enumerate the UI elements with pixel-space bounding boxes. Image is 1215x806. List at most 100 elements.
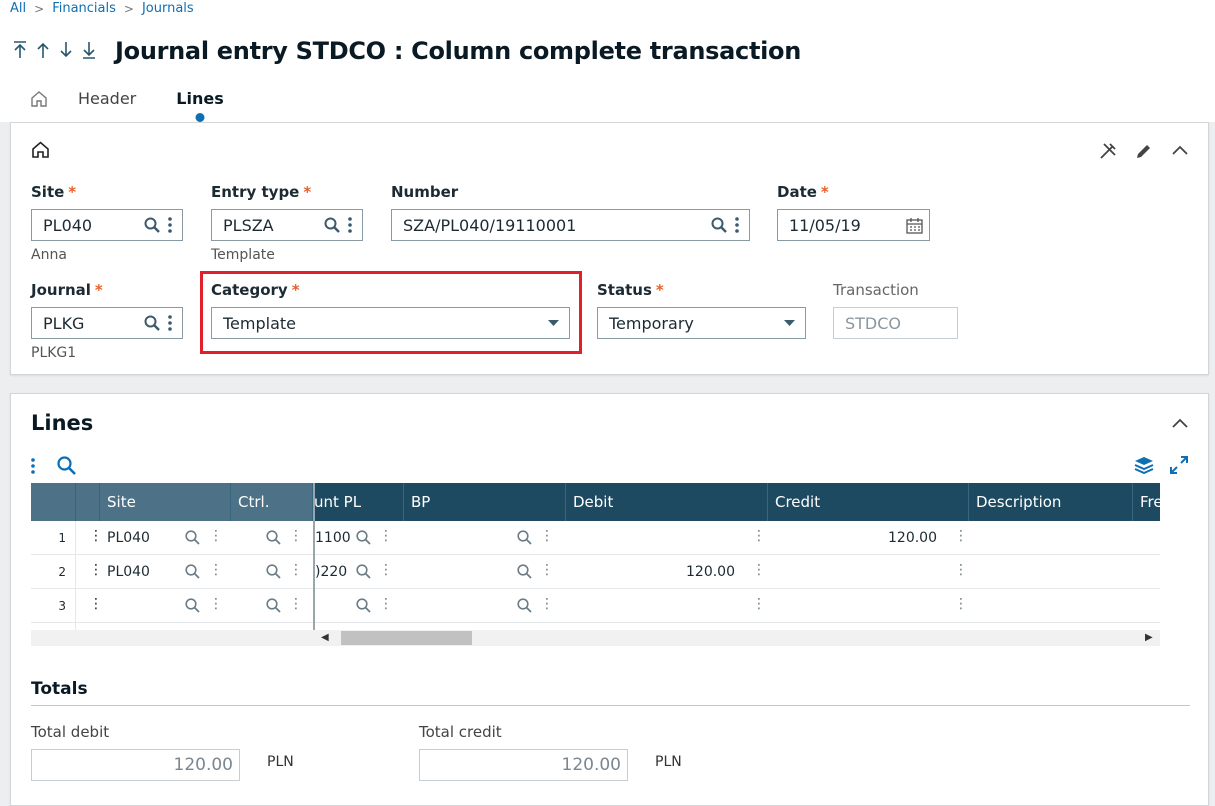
- status-select[interactable]: Temporary: [597, 307, 806, 339]
- cell-credit[interactable]: [771, 589, 937, 623]
- expand-icon[interactable]: [1170, 456, 1188, 474]
- more-options-icon[interactable]: ⋮: [540, 562, 554, 578]
- more-options-icon[interactable]: ⋮: [289, 562, 303, 578]
- cell-account[interactable]: [315, 589, 355, 623]
- scrollbar-thumb[interactable]: [341, 631, 472, 645]
- cell-description[interactable]: [975, 589, 1125, 623]
- cell-account[interactable]: )220: [315, 555, 355, 589]
- tab-header[interactable]: Header: [78, 89, 136, 108]
- more-options-icon[interactable]: ⋮: [954, 528, 968, 544]
- more-options-icon[interactable]: ⋮: [379, 562, 393, 578]
- more-options-icon[interactable]: ⋮: [289, 596, 303, 612]
- header-credit[interactable]: Credit: [768, 483, 969, 521]
- more-options-icon[interactable]: ⋮: [209, 596, 223, 612]
- layers-icon[interactable]: [1134, 456, 1154, 474]
- more-options-icon[interactable]: [729, 217, 745, 233]
- search-icon[interactable]: [266, 530, 281, 549]
- cell-bp[interactable]: [411, 555, 511, 589]
- header-account[interactable]: unt PL: [314, 483, 404, 521]
- more-options-icon[interactable]: ⋮: [379, 596, 393, 612]
- cell-debit[interactable]: [571, 521, 735, 555]
- cell-bp[interactable]: [411, 521, 511, 555]
- header-description[interactable]: Description: [969, 483, 1133, 521]
- date-field[interactable]: 11/05/19: [777, 209, 930, 241]
- cell-account[interactable]: 1100: [315, 521, 355, 555]
- first-record-icon[interactable]: [12, 40, 28, 60]
- next-record-icon[interactable]: [58, 40, 74, 60]
- cell-ctrl[interactable]: [236, 521, 266, 555]
- cell-bp[interactable]: [411, 589, 511, 623]
- horizontal-scrollbar[interactable]: ◀ ▶: [31, 630, 1160, 646]
- tab-lines[interactable]: Lines: [176, 89, 223, 108]
- row-menu-icon[interactable]: ⋮: [89, 562, 103, 578]
- scroll-right-icon[interactable]: ▶: [1145, 630, 1153, 646]
- cell-description[interactable]: [975, 521, 1125, 555]
- more-options-icon[interactable]: ⋮: [752, 562, 766, 578]
- search-icon[interactable]: [356, 530, 371, 549]
- breadcrumb-financials[interactable]: Financials: [52, 1, 116, 16]
- more-options-icon[interactable]: [342, 217, 358, 233]
- search-icon[interactable]: [356, 564, 371, 583]
- home-icon[interactable]: [30, 90, 48, 108]
- more-options-icon[interactable]: ⋮: [379, 528, 393, 544]
- header-ctrl[interactable]: Ctrl.: [231, 483, 313, 521]
- breadcrumb-journals[interactable]: Journals: [142, 1, 194, 16]
- more-options-icon[interactable]: ⋮: [209, 562, 223, 578]
- last-record-icon[interactable]: [81, 40, 97, 60]
- more-options-icon[interactable]: ⋮: [209, 528, 223, 544]
- caret-down-icon[interactable]: [779, 319, 799, 327]
- cell-description[interactable]: [975, 555, 1125, 589]
- search-icon[interactable]: [517, 598, 532, 617]
- table-row[interactable]: 1 ⋮ PL040 ⋮ ⋮ 1100 ⋮ ⋮ ⋮ 120.00 ⋮: [31, 521, 1160, 555]
- search-icon[interactable]: [142, 315, 162, 331]
- more-options-icon[interactable]: ⋮: [954, 596, 968, 612]
- calendar-icon[interactable]: [903, 217, 925, 234]
- search-icon[interactable]: [185, 530, 200, 549]
- more-options-icon[interactable]: ⋮: [540, 528, 554, 544]
- more-options-icon[interactable]: ⋮: [540, 596, 554, 612]
- search-icon[interactable]: [709, 217, 729, 233]
- header-site[interactable]: Site: [100, 483, 231, 521]
- search-icon[interactable]: [356, 598, 371, 617]
- header-free[interactable]: Fre: [1133, 483, 1160, 521]
- home-icon[interactable]: [31, 140, 50, 159]
- more-options-icon[interactable]: [162, 217, 178, 233]
- cell-ctrl[interactable]: [236, 555, 266, 589]
- more-options-icon[interactable]: ⋮: [954, 562, 968, 578]
- cell-debit[interactable]: 120.00: [571, 555, 735, 589]
- more-options-icon[interactable]: ⋮: [752, 528, 766, 544]
- site-field[interactable]: PL040: [31, 209, 183, 241]
- table-row[interactable]: 2 ⋮ PL040 ⋮ ⋮ )220 ⋮ ⋮ 120.00 ⋮ ⋮: [31, 555, 1160, 589]
- cell-site[interactable]: PL040: [107, 555, 177, 589]
- search-icon[interactable]: [517, 564, 532, 583]
- search-icon[interactable]: [266, 598, 281, 617]
- row-menu-icon[interactable]: ⋮: [89, 528, 103, 544]
- cell-site[interactable]: PL040: [107, 521, 177, 555]
- cell-credit[interactable]: [771, 555, 937, 589]
- search-icon[interactable]: [142, 217, 162, 233]
- cell-debit[interactable]: [571, 589, 735, 623]
- cell-site[interactable]: [107, 589, 177, 623]
- row-menu-icon[interactable]: ⋮: [89, 596, 103, 612]
- breadcrumb-all[interactable]: All: [10, 1, 26, 16]
- table-row[interactable]: 3 ⋮ ⋮ ⋮ ⋮ ⋮ ⋮ ⋮: [31, 589, 1160, 623]
- search-icon[interactable]: [517, 530, 532, 549]
- search-icon[interactable]: [322, 217, 342, 233]
- previous-record-icon[interactable]: [35, 40, 51, 60]
- more-options-icon[interactable]: ⋮: [752, 596, 766, 612]
- number-field[interactable]: SZA/PL040/19110001: [391, 209, 750, 241]
- more-options-icon[interactable]: ⋮: [289, 528, 303, 544]
- scroll-left-icon[interactable]: ◀: [321, 630, 329, 646]
- chevron-up-icon[interactable]: [1170, 414, 1190, 434]
- cell-credit[interactable]: 120.00: [771, 521, 937, 555]
- entry-type-field[interactable]: PLSZA: [211, 209, 363, 241]
- journal-field[interactable]: PLKG: [31, 307, 183, 339]
- chevron-up-icon[interactable]: [1170, 141, 1190, 161]
- search-icon[interactable]: [57, 456, 76, 475]
- pencil-icon[interactable]: [1134, 141, 1154, 161]
- cell-ctrl[interactable]: [236, 589, 266, 623]
- search-icon[interactable]: [185, 564, 200, 583]
- search-icon[interactable]: [266, 564, 281, 583]
- tools-icon[interactable]: [1098, 141, 1118, 161]
- more-options-icon[interactable]: [162, 315, 178, 331]
